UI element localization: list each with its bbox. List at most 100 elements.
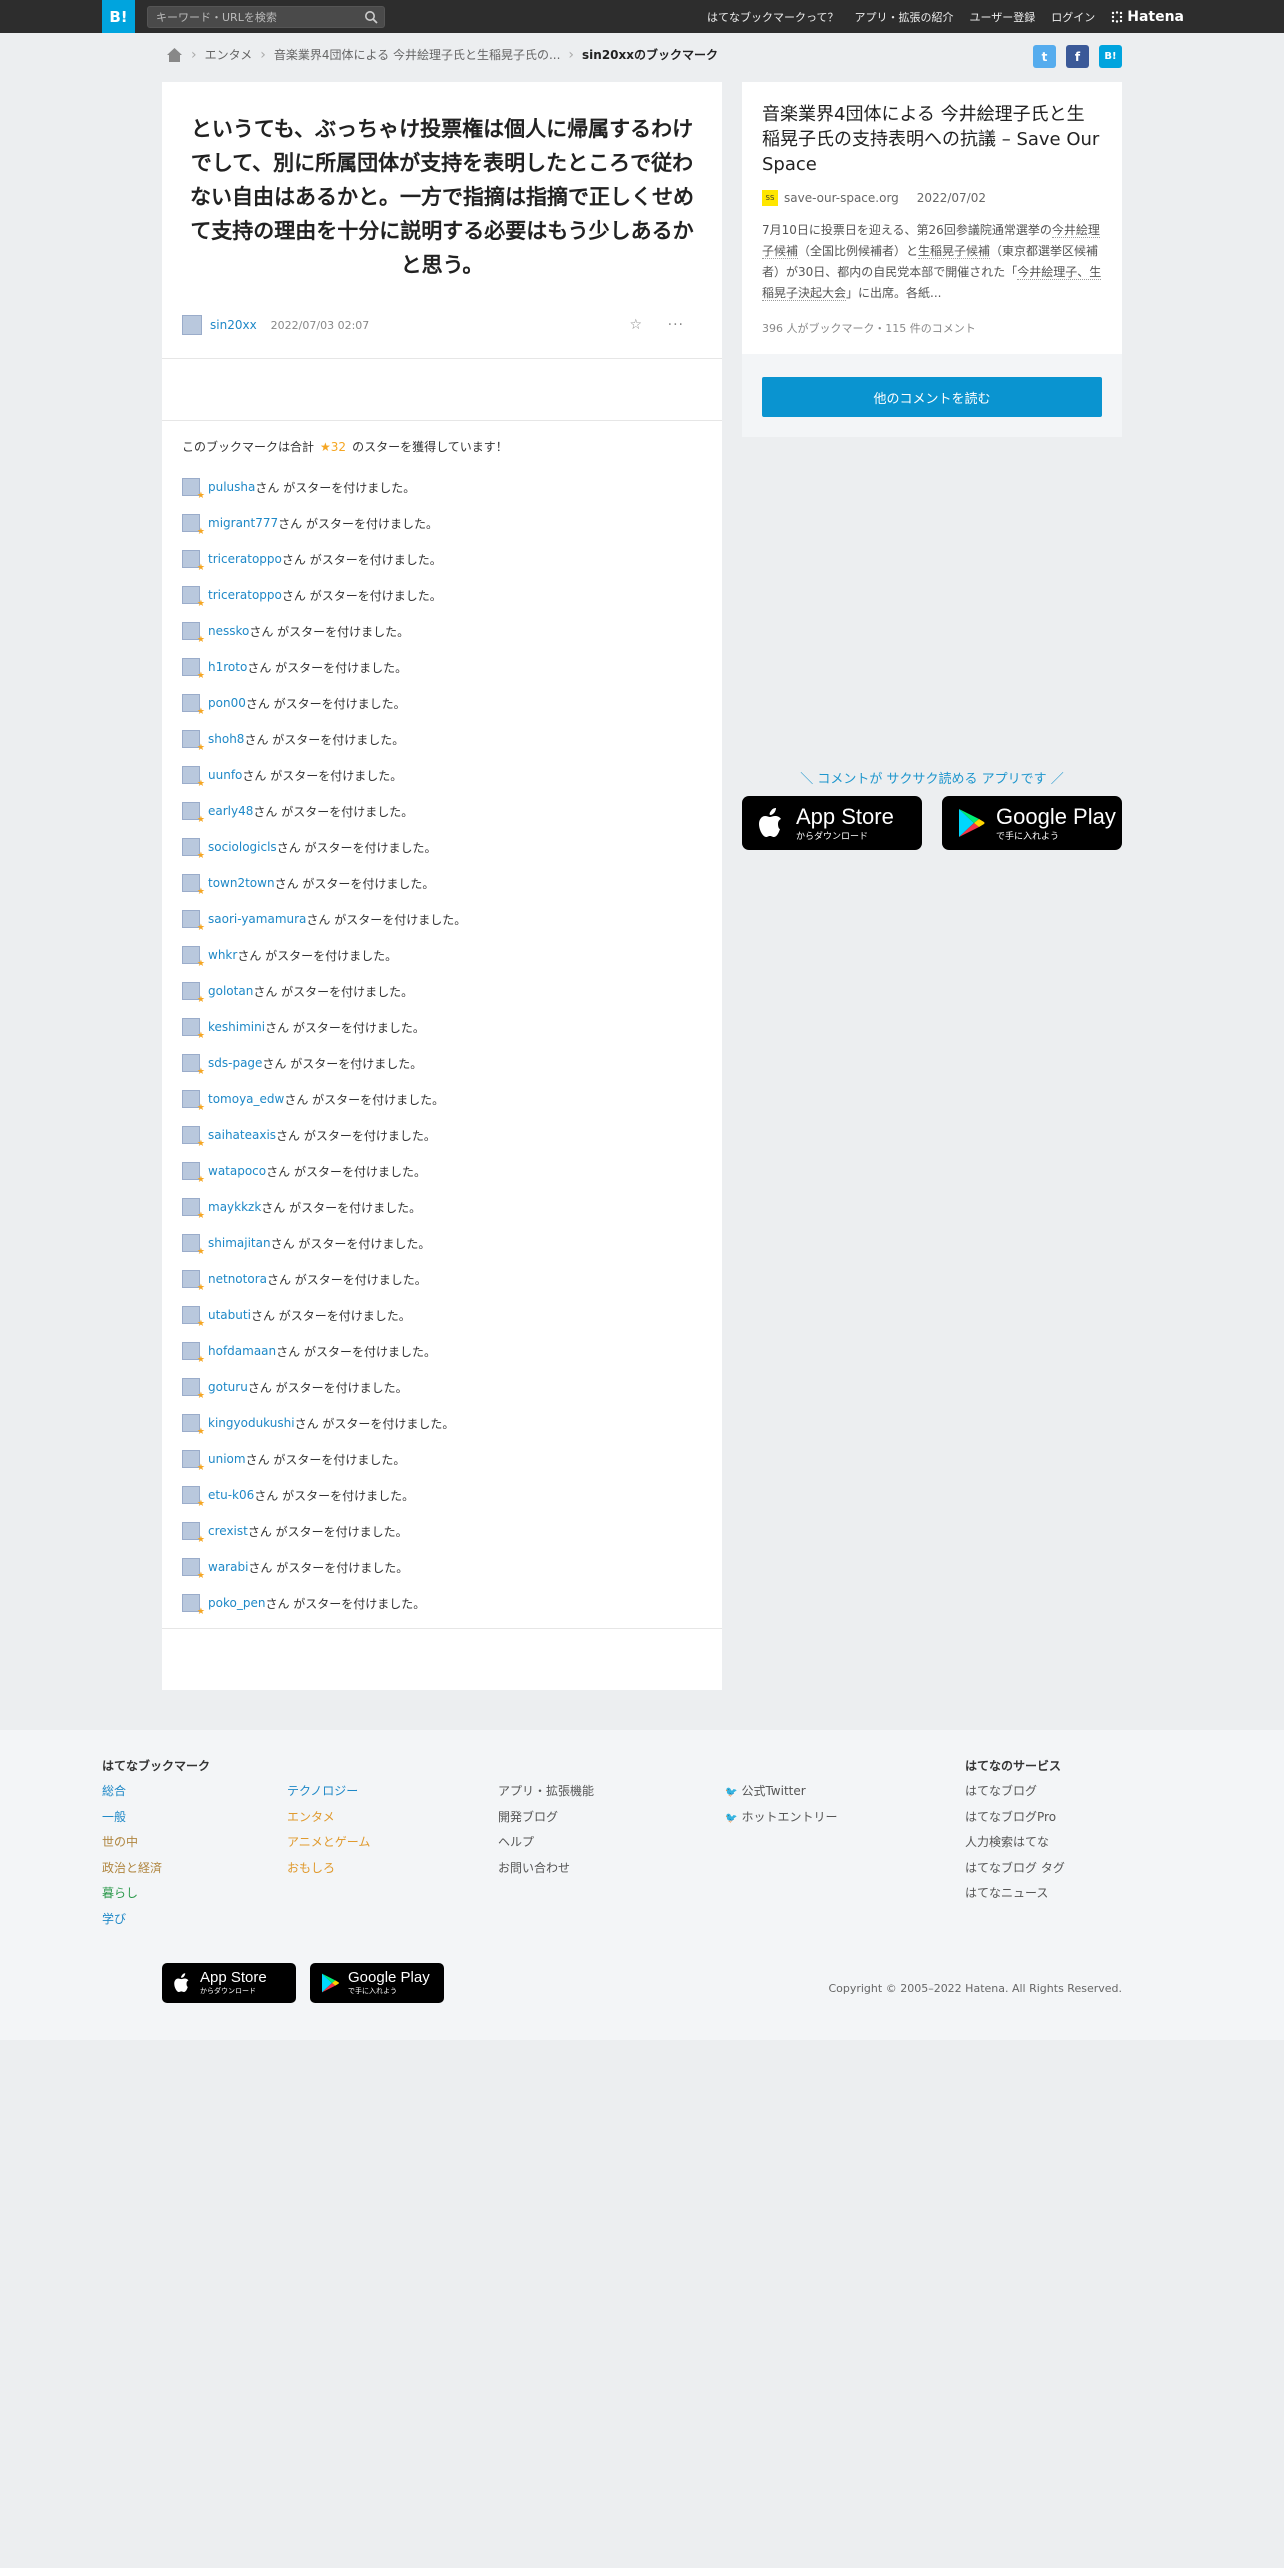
avatar[interactable] [182, 1342, 205, 1365]
avatar[interactable] [182, 1198, 205, 1221]
footer-link[interactable]: 暮らし [102, 1884, 162, 1910]
bookmark-date[interactable]: 2022/07/03 02:07 [271, 319, 370, 332]
footer-link[interactable]: 一般 [102, 1808, 162, 1834]
footer-link[interactable]: ヘルプ [498, 1833, 594, 1859]
star-user-link[interactable]: saihateaxis [208, 1128, 276, 1142]
star-user-link[interactable]: pon00 [208, 696, 246, 710]
star-user-link[interactable]: keshimini [208, 1020, 265, 1034]
star-user-link[interactable]: warabi [208, 1560, 248, 1574]
desc-keyword[interactable]: 生稲晃子候補 [918, 244, 991, 259]
avatar[interactable] [182, 1414, 205, 1437]
avatar[interactable] [182, 550, 205, 573]
footer-link[interactable]: アプリ・拡張機能 [498, 1782, 594, 1808]
more-menu-button[interactable]: ··· [668, 317, 684, 333]
footer-link[interactable]: はてなブログPro [965, 1808, 1065, 1834]
avatar[interactable] [182, 1090, 205, 1113]
nav-about[interactable]: はてなブックマークって？ [707, 9, 838, 25]
search-input[interactable] [148, 7, 348, 27]
star-user-link[interactable]: watapoco [208, 1164, 266, 1178]
bookmark-user[interactable]: sin20xx [210, 318, 257, 332]
star-user-link[interactable]: poko_pen [208, 1596, 265, 1610]
entry-domain[interactable]: save-our-space.org [784, 191, 899, 205]
star-user-link[interactable]: triceratoppo [208, 588, 282, 602]
avatar[interactable] [182, 315, 202, 335]
star-user-link[interactable]: tomoya_edw [208, 1092, 284, 1106]
star-user-link[interactable]: pulusha [208, 480, 255, 494]
footer-link[interactable]: アニメとゲーム [287, 1833, 370, 1859]
avatar[interactable] [182, 1486, 205, 1509]
star-user-link[interactable]: shimajitan [208, 1236, 271, 1250]
star-user-link[interactable]: shoh8 [208, 732, 244, 746]
avatar[interactable] [182, 1522, 205, 1545]
avatar[interactable] [182, 1378, 205, 1401]
footer-link[interactable]: はてなブログ タグ [965, 1859, 1065, 1885]
avatar[interactable] [182, 1450, 205, 1473]
avatar[interactable] [182, 838, 205, 861]
twitter-share-icon[interactable]: t [1033, 45, 1056, 68]
breadcrumb-category[interactable]: エンタメ [205, 46, 253, 63]
avatar[interactable] [182, 694, 205, 717]
hatena-brand[interactable]: Hatena [1111, 9, 1184, 25]
footer-link[interactable]: はてなブログ [965, 1782, 1065, 1808]
footer-link[interactable]: 人力検索はてな [965, 1833, 1065, 1859]
entry-counts[interactable]: 396 人がブックマーク・115 件のコメント [762, 320, 976, 336]
google-play-button[interactable]: Google Play で手に入れよう [942, 796, 1122, 850]
hatena-share-icon[interactable]: B! [1099, 45, 1122, 68]
add-star-icon[interactable]: ☆ [629, 317, 642, 333]
avatar[interactable] [182, 1306, 205, 1329]
avatar[interactable] [182, 1594, 205, 1617]
star-user-link[interactable]: migrant777 [208, 516, 278, 530]
footer-link[interactable]: テクノロジー [287, 1782, 370, 1808]
avatar[interactable] [182, 1234, 205, 1257]
footer-link[interactable]: 🐦 ホットエントリー [725, 1808, 837, 1834]
avatar[interactable] [182, 802, 205, 825]
star-user-link[interactable]: etu-k06 [208, 1488, 254, 1502]
star-user-link[interactable]: uniom [208, 1452, 246, 1466]
star-user-link[interactable]: early48 [208, 804, 253, 818]
avatar[interactable] [182, 1126, 205, 1149]
avatar[interactable] [182, 730, 205, 753]
star-user-link[interactable]: triceratoppo [208, 552, 282, 566]
star-user-link[interactable]: netnotora [208, 1272, 267, 1286]
avatar[interactable] [182, 1018, 205, 1041]
facebook-share-icon[interactable]: f [1066, 45, 1089, 68]
avatar[interactable] [182, 622, 205, 645]
star-user-link[interactable]: hofdamaan [208, 1344, 276, 1358]
nav-apps[interactable]: アプリ・拡張の紹介 [854, 9, 953, 25]
breadcrumb-entry[interactable]: 音楽業界4団体による 今井絵理子氏と生稲晃子氏の... [274, 46, 561, 63]
footer-link[interactable]: 🐦 公式Twitter [725, 1782, 837, 1808]
avatar[interactable] [182, 1054, 205, 1077]
footer-link[interactable]: 学び [102, 1910, 162, 1936]
footer-link[interactable]: お問い合わせ [498, 1859, 594, 1885]
star-user-link[interactable]: sds-page [208, 1056, 262, 1070]
avatar[interactable] [182, 1270, 205, 1293]
search-icon[interactable] [364, 10, 378, 24]
star-user-link[interactable]: town2town [208, 876, 275, 890]
entry-title[interactable]: 音楽業界4団体による 今井絵理子氏と生稲晃子氏の支持表明への抗議 – Save … [762, 102, 1102, 177]
footer-link[interactable]: 総合 [102, 1782, 162, 1808]
avatar[interactable] [182, 1162, 205, 1185]
star-user-link[interactable]: utabuti [208, 1308, 251, 1322]
avatar[interactable] [182, 478, 205, 501]
avatar[interactable] [182, 514, 205, 537]
avatar[interactable] [182, 946, 205, 969]
avatar[interactable] [182, 586, 205, 609]
avatar[interactable] [182, 982, 205, 1005]
star-user-link[interactable]: crexist [208, 1524, 248, 1538]
star-user-link[interactable]: kingyodukushi [208, 1416, 295, 1430]
star-user-link[interactable]: saori-yamamura [208, 912, 306, 926]
star-user-link[interactable]: golotan [208, 984, 253, 998]
home-icon[interactable] [166, 47, 183, 63]
footer-link[interactable]: はてなニュース [965, 1884, 1065, 1910]
star-user-link[interactable]: sociologicls [208, 840, 277, 854]
hatena-bookmark-logo[interactable]: B! [102, 0, 135, 33]
footer-google-play-button[interactable]: Google Play で手に入れよう [310, 1963, 444, 2003]
star-user-link[interactable]: maykkzk [208, 1200, 261, 1214]
footer-link[interactable]: 世の中 [102, 1833, 162, 1859]
avatar[interactable] [182, 1558, 205, 1581]
avatar[interactable] [182, 910, 205, 933]
star-user-link[interactable]: goturu [208, 1380, 248, 1394]
read-more-comments-button[interactable]: 他のコメントを読む [762, 377, 1102, 417]
star-user-link[interactable]: uunfo [208, 768, 242, 782]
nav-register[interactable]: ユーザー登録 [969, 9, 1035, 25]
